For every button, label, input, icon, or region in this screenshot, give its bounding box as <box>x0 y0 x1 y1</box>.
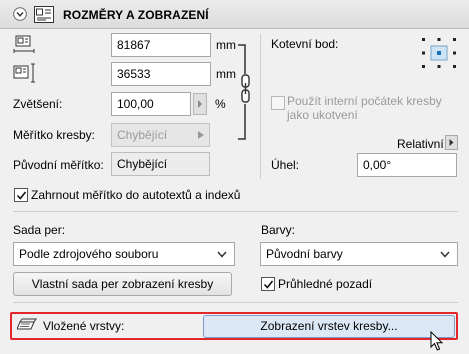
chevron-down-icon <box>217 251 227 258</box>
drawing-scale-label: Měřítko kresby: <box>13 128 96 142</box>
original-scale-label: Původní měřítko: <box>13 158 104 172</box>
layers-icon <box>17 318 37 330</box>
width-icon <box>13 35 35 53</box>
original-scale-field: Chybějící <box>111 152 210 176</box>
chevron-down-icon <box>440 251 450 258</box>
section-divider <box>13 211 458 212</box>
proportion-lock-icon[interactable] <box>236 43 258 143</box>
magnify-input[interactable]: 100,00 <box>111 92 191 116</box>
section-divider <box>13 302 458 303</box>
colors-value: Původní barvy <box>266 247 343 261</box>
internal-origin-checkbox[interactable] <box>271 96 285 110</box>
transparent-background-checkbox[interactable] <box>261 277 275 291</box>
magnify-step-icon[interactable] <box>193 93 207 115</box>
internal-origin-label: Použít interní počátek kresby jako ukotv… <box>287 94 442 122</box>
mouse-cursor-icon <box>430 331 444 351</box>
relative-label: Relativní <box>397 137 444 151</box>
relative-toggle-icon[interactable] <box>445 135 458 150</box>
autotext-label: Zahrnout měřítko do autotextů a indexů <box>31 188 241 202</box>
height-icon <box>13 63 35 83</box>
chevron-down-icon[interactable] <box>13 7 27 21</box>
anchor-point-grid-icon[interactable] <box>420 36 458 70</box>
magnify-label: Zvětšení: <box>13 97 63 111</box>
pen-set-label: Sada per: <box>13 223 66 237</box>
width-input[interactable]: 81867 <box>111 33 211 57</box>
checkmark-icon <box>16 191 27 200</box>
embedded-layers-label: Vložené vrstvy: <box>43 319 125 333</box>
angle-input[interactable]: 0,00° <box>357 153 457 177</box>
colors-label: Barvy: <box>261 223 296 237</box>
panel-header: ROZMĚRY A ZOBRAZENÍ <box>0 0 469 29</box>
panel-title: ROZMĚRY A ZOBRAZENÍ <box>63 8 209 22</box>
autotext-checkbox[interactable] <box>14 188 28 202</box>
pen-set-select[interactable]: Podle zdrojového souboru <box>13 242 235 266</box>
magnify-unit: % <box>215 97 226 111</box>
drawing-scale-value: Chybějící <box>117 128 168 142</box>
drawing-dimensions-icon <box>34 6 54 23</box>
width-unit: mm <box>216 38 236 52</box>
height-unit: mm <box>216 67 236 81</box>
vertical-divider <box>260 34 261 179</box>
checkmark-icon <box>263 280 274 289</box>
transparent-background-label: Průhledné pozadí <box>278 277 373 291</box>
pen-set-value: Podle zdrojového souboru <box>19 247 159 261</box>
drawing-layers-button[interactable]: Zobrazení vrstev kresby... <box>203 315 455 338</box>
colors-select[interactable]: Původní barvy <box>260 242 458 266</box>
chevron-right-icon <box>198 131 204 139</box>
height-input[interactable]: 36533 <box>111 62 211 86</box>
anchor-label: Kotevní bod: <box>271 37 339 51</box>
custom-pen-set-button[interactable]: Vlastní sada per zobrazení kresby <box>13 272 232 296</box>
angle-label: Úhel: <box>271 158 300 172</box>
drawing-scale-select[interactable]: Chybějící <box>111 123 210 147</box>
